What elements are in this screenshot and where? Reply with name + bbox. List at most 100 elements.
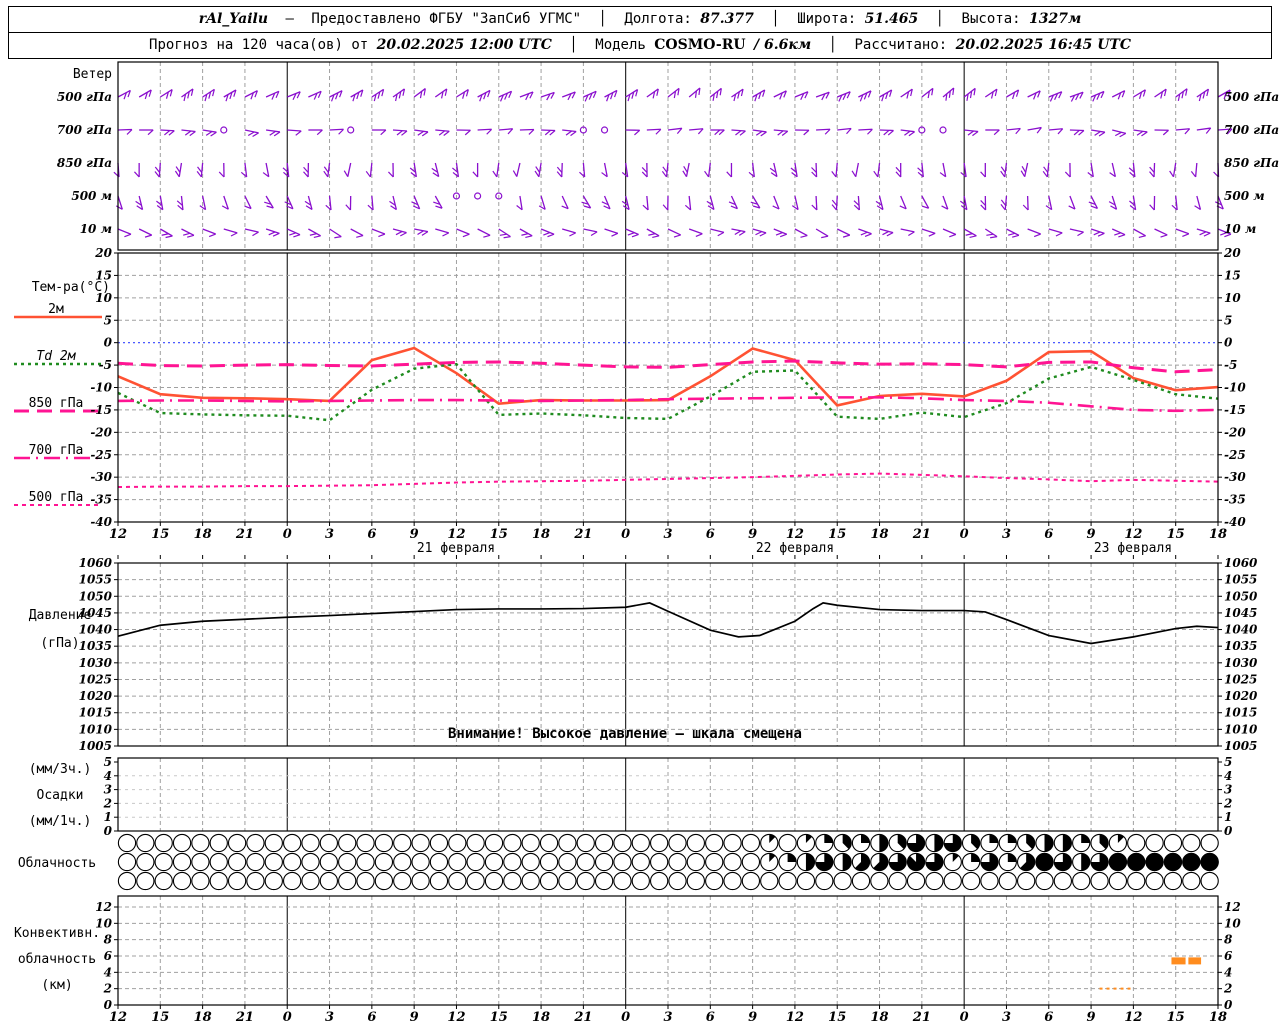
wind-barb-feather bbox=[860, 231, 868, 236]
cloud-cover-fill bbox=[1145, 852, 1164, 872]
altitude-value: 1327м bbox=[1029, 11, 1082, 27]
cloud-cover-circle bbox=[558, 833, 577, 853]
wind-barb-staff bbox=[414, 129, 429, 133]
cloud-cover-circle bbox=[686, 871, 706, 891]
wind-level-label-right: 850 гПа bbox=[1224, 156, 1279, 170]
wind-barb-feather bbox=[196, 171, 202, 178]
time-tick-label-bottom: 0 bbox=[283, 1010, 292, 1024]
wind-barb-staff bbox=[858, 128, 873, 131]
cloud-cover-circle bbox=[191, 833, 210, 853]
cloud-cover-circle bbox=[668, 871, 687, 891]
wind-barb-feather bbox=[1119, 132, 1127, 138]
cloud-cover-circle bbox=[448, 871, 467, 891]
wind-barb-staff bbox=[921, 228, 936, 234]
wind-barb-staff bbox=[456, 228, 470, 235]
cloud-cover-circle bbox=[1200, 871, 1219, 891]
wind-barb-feather bbox=[400, 232, 407, 237]
wind-barb-feather bbox=[760, 131, 767, 137]
cloud-cover-circle bbox=[154, 852, 173, 872]
wind-barb-feather bbox=[556, 166, 563, 173]
wind-barb-feather bbox=[343, 170, 349, 177]
cloud-cover-circle bbox=[705, 871, 724, 891]
wind-barb-feather bbox=[252, 132, 259, 137]
pressure-tick-label-left: 1005 bbox=[79, 739, 112, 753]
cloud-cover-circle bbox=[227, 833, 247, 853]
wind-barb-feather bbox=[590, 231, 598, 236]
wind-barb-feather bbox=[205, 130, 213, 136]
wind-barb-staff bbox=[667, 127, 682, 131]
cloud-cover-circle bbox=[503, 852, 522, 872]
wind-level-label-left: 700 гПа bbox=[57, 123, 112, 137]
cloud-cover-circle bbox=[650, 852, 669, 872]
wind-barb-feather bbox=[247, 131, 255, 137]
convective-tick-label-right: 8 bbox=[1224, 933, 1233, 947]
time-tick-label-bottom: 0 bbox=[621, 1010, 630, 1024]
wind-barb-feather bbox=[1012, 234, 1020, 238]
time-tick-label-top: 12 bbox=[447, 527, 465, 542]
wind-barb-feather bbox=[886, 232, 894, 237]
cloud-cover-circle bbox=[429, 833, 449, 853]
cloud-cover-fill bbox=[861, 834, 870, 843]
wind-barb-feather bbox=[831, 204, 837, 211]
wind-barb-feather bbox=[293, 234, 301, 238]
wind-barb-feather bbox=[1093, 231, 1101, 236]
convective-cloud-bar bbox=[1188, 957, 1202, 965]
wind-barb-feather bbox=[570, 130, 577, 137]
cloud-cover-circle bbox=[484, 871, 504, 891]
wind-barb-feather bbox=[662, 204, 669, 211]
wind-barb-feather bbox=[1169, 170, 1175, 178]
wind-barb-feather bbox=[1000, 170, 1006, 178]
wind-barb-feather bbox=[273, 131, 281, 137]
cloud-cover-circle bbox=[484, 833, 504, 853]
wind-barb-staff bbox=[583, 228, 598, 233]
temp-tick-label-left: 5 bbox=[104, 313, 112, 327]
time-tick-label-bottom: 3 bbox=[325, 1010, 334, 1024]
wind-barb-feather bbox=[738, 231, 746, 236]
cloud-cover-fill bbox=[1182, 852, 1201, 872]
wind-barb-feather bbox=[378, 233, 386, 238]
cloud-cover-circle bbox=[319, 852, 339, 872]
wind-barb-feather bbox=[268, 231, 276, 236]
wind-barb-feather bbox=[842, 234, 850, 238]
wind-barb-staff bbox=[752, 129, 767, 133]
time-tick-label-top: 21 bbox=[912, 527, 931, 542]
wind-barb-feather bbox=[133, 171, 140, 178]
station-name: rAl_Yailu bbox=[198, 11, 269, 27]
wind-barb-staff bbox=[1069, 228, 1084, 233]
temp-tick-label-right: -20 bbox=[1224, 425, 1246, 439]
wind-barb-staff bbox=[1004, 195, 1008, 211]
wind-barb-feather bbox=[1073, 129, 1080, 136]
convective-tick-label-right: 12 bbox=[1224, 900, 1241, 914]
wind-barb-staff bbox=[815, 228, 829, 237]
wind-barb-feather bbox=[800, 234, 808, 238]
cloud-cover-circle bbox=[998, 871, 1017, 891]
cloud-cover-circle bbox=[613, 871, 632, 891]
cloud-cover-circle bbox=[1145, 833, 1164, 853]
cloud-cover-circle bbox=[1108, 871, 1128, 891]
wind-barb-staff bbox=[244, 228, 259, 233]
wind-barb-staff bbox=[1154, 228, 1168, 236]
time-tick-label-top: 18 bbox=[870, 527, 888, 542]
separator: │ bbox=[771, 11, 780, 27]
wind-barb-feather bbox=[1149, 171, 1155, 178]
wind-barb-feather bbox=[443, 130, 450, 136]
pressure-tick-label-right: 1050 bbox=[1224, 589, 1258, 603]
cloud-cover-circle bbox=[429, 852, 449, 872]
pressure-tick-label-left: 1040 bbox=[79, 623, 113, 637]
separator: │ bbox=[569, 37, 578, 53]
wind-barb-feather bbox=[512, 170, 518, 177]
pressure-tick-label-left: 1010 bbox=[79, 722, 113, 736]
cloud-cover-circle bbox=[466, 871, 485, 891]
wind-barb-feather bbox=[1094, 130, 1101, 136]
temp-tick-label-right: -5 bbox=[1224, 358, 1237, 372]
cloud-cover-circle bbox=[576, 833, 595, 853]
cloud-cover-circle bbox=[723, 871, 742, 891]
time-tick-label-top: 18 bbox=[1209, 527, 1227, 542]
wind-barb-feather bbox=[1162, 129, 1169, 136]
cloud-cover-circle bbox=[319, 833, 339, 853]
cloud-cover-circle bbox=[484, 852, 504, 872]
provider-text: Предоставлено ФГБУ "ЗапСиб УГМС" bbox=[311, 11, 582, 27]
cloud-cover-circle bbox=[594, 852, 614, 872]
wind-barb-feather bbox=[161, 233, 169, 236]
wind-barb-feather bbox=[499, 233, 507, 236]
